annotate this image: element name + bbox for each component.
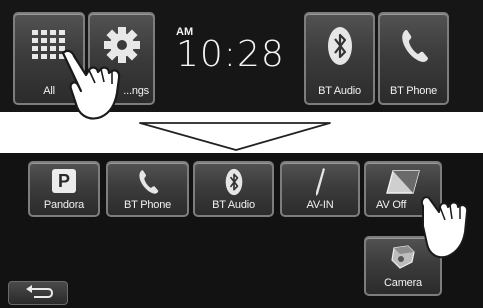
- phone-icon: [138, 170, 158, 194]
- bluetooth-icon: [225, 168, 242, 196]
- bt-phone-label: BT Phone: [123, 199, 172, 211]
- bt-audio-label: BT Audio: [318, 85, 361, 97]
- back-button[interactable]: [8, 281, 68, 305]
- bt-audio-button[interactable]: BT Audio: [193, 161, 274, 217]
- camera-label: Camera: [384, 277, 422, 289]
- pandora-button[interactable]: P Pandora: [28, 161, 100, 217]
- bt-audio-label: BT Audio: [212, 199, 255, 211]
- hand-pointer-icon: [420, 196, 469, 259]
- source-select-screen: P Pandora BT Phone BT Audio AV-IN AV Off: [0, 153, 483, 308]
- back-arrow-icon: [26, 285, 54, 298]
- av-in-icon: [316, 168, 325, 196]
- av-off-icon: [386, 170, 420, 194]
- av-in-label: AV-IN: [306, 199, 334, 211]
- bt-audio-button[interactable]: BT Audio: [304, 12, 375, 105]
- camera-icon: [391, 245, 415, 269]
- av-in-button[interactable]: AV-IN: [280, 161, 360, 217]
- home-screen: All ...ngs AM 10:28 BT Audio BT Phone: [0, 0, 483, 120]
- clock-time: 10:28: [176, 34, 285, 75]
- bt-phone-button[interactable]: BT Phone: [106, 161, 189, 217]
- bluetooth-icon: [327, 27, 352, 65]
- bt-phone-label: BT Phone: [389, 85, 438, 97]
- bt-phone-button[interactable]: BT Phone: [378, 12, 449, 105]
- phone-icon: [401, 30, 428, 62]
- transition-arrow-icon: [139, 122, 331, 151]
- pandora-icon: P: [52, 169, 76, 193]
- pandora-label: Pandora: [43, 199, 85, 211]
